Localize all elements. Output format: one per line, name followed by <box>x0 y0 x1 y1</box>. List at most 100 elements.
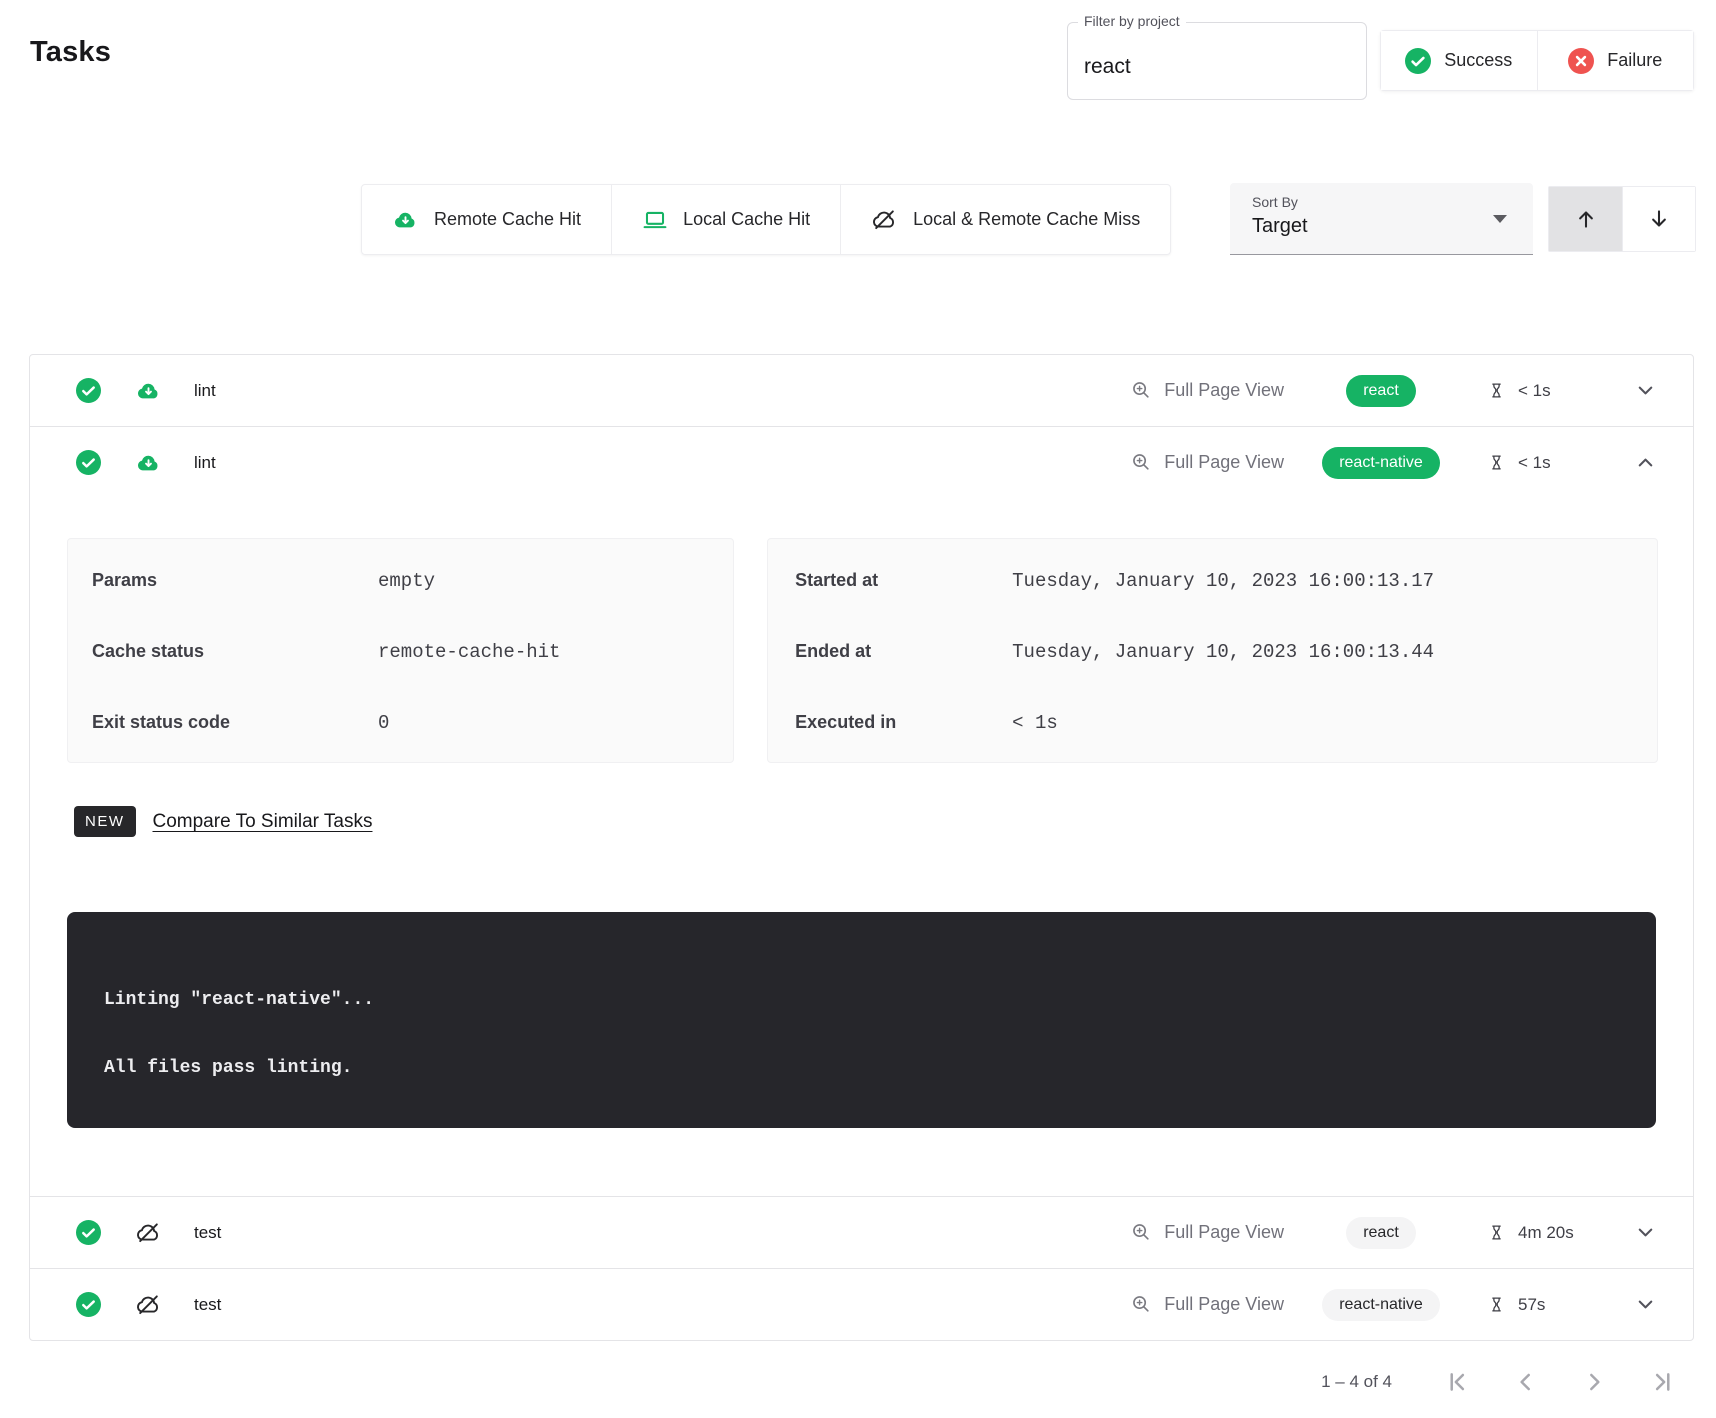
cache-miss-button[interactable]: Local & Remote Cache Miss <box>840 184 1171 255</box>
next-page-button[interactable] <box>1580 1369 1608 1395</box>
sort-direction-group <box>1548 186 1696 252</box>
task-list: lint Full Page View react < 1s <box>29 354 1694 1341</box>
zoom-in-icon <box>1130 1221 1153 1244</box>
sort-by-select[interactable]: Sort By Target <box>1230 183 1533 255</box>
page-title: Tasks <box>30 36 111 69</box>
hourglass-icon <box>1486 1222 1507 1243</box>
task-duration: < 1s <box>1518 453 1551 473</box>
sort-by-label: Sort By <box>1252 194 1511 210</box>
cache-status-value: remote-cache-hit <box>378 641 560 663</box>
compare-to-similar-tasks-link[interactable]: Compare To Similar Tasks <box>153 811 373 833</box>
full-page-view-label: Full Page View <box>1164 380 1284 401</box>
new-badge: NEW <box>74 806 136 837</box>
full-page-view-label: Full Page View <box>1164 1294 1284 1315</box>
caret-down-icon <box>1493 215 1507 223</box>
ended-at-value: Tuesday, January 10, 2023 16:00:13.44 <box>1012 641 1434 663</box>
params-label: Params <box>92 570 378 591</box>
chevron-down-icon <box>1634 1293 1657 1316</box>
task-detail-panel: Params empty Cache status remote-cache-h… <box>30 538 1693 1128</box>
task-row-header[interactable]: test Full Page View react-native 57s <box>30 1269 1693 1340</box>
cloud-download-icon <box>135 449 162 476</box>
zoom-in-icon <box>1130 451 1153 474</box>
project-badge: react-native <box>1322 447 1440 479</box>
collapse-chevron-button[interactable] <box>1630 451 1660 474</box>
status-filter-group: Success Failure <box>1380 30 1694 91</box>
check-circle-icon <box>76 378 101 403</box>
task-row-lint-react: lint Full Page View react < 1s <box>30 355 1693 426</box>
hourglass-icon <box>1486 1294 1507 1315</box>
check-circle-icon <box>76 1292 101 1317</box>
cache-status-label: Cache status <box>92 641 378 662</box>
laptop-icon <box>642 207 668 233</box>
full-page-view-link[interactable]: Full Page View <box>1130 1221 1284 1244</box>
arrow-up-icon <box>1573 206 1599 232</box>
task-row-header[interactable]: lint Full Page View react-native < 1s <box>30 427 1693 498</box>
terminal-output: Linting "react-native"... All files pass… <box>67 912 1656 1128</box>
chevron-up-icon <box>1634 451 1657 474</box>
cache-miss-label: Local & Remote Cache Miss <box>913 209 1140 230</box>
cloud-slash-icon <box>135 1291 162 1318</box>
zoom-in-icon <box>1130 1293 1153 1316</box>
failure-filter-label: Failure <box>1607 50 1662 71</box>
expand-chevron-button[interactable] <box>1630 379 1660 402</box>
local-cache-hit-button[interactable]: Local Cache Hit <box>611 184 841 255</box>
failure-filter-button[interactable]: Failure <box>1537 31 1694 90</box>
zoom-in-icon <box>1130 379 1153 402</box>
chevron-down-icon <box>1634 1221 1657 1244</box>
task-params-card: Params empty Cache status remote-cache-h… <box>67 538 734 763</box>
project-filter-input[interactable] <box>1068 23 1366 99</box>
cloud-download-icon <box>392 206 419 233</box>
expand-chevron-button[interactable] <box>1630 1293 1660 1316</box>
task-duration: 4m 20s <box>1518 1223 1574 1243</box>
last-page-icon <box>1649 1369 1675 1395</box>
full-page-view-link[interactable]: Full Page View <box>1130 451 1284 474</box>
task-target: test <box>194 1295 221 1315</box>
cache-filter-group: Remote Cache Hit Local Cache Hit Local &… <box>361 184 1171 255</box>
full-page-view-link[interactable]: Full Page View <box>1130 1293 1284 1316</box>
sort-descending-button[interactable] <box>1622 187 1695 251</box>
local-cache-hit-label: Local Cache Hit <box>683 209 810 230</box>
project-filter-label: Filter by project <box>1078 13 1186 29</box>
task-row-header[interactable]: test Full Page View react 4m 20s <box>30 1197 1693 1268</box>
task-row-lint-react-native: lint Full Page View react-native < 1s <box>30 426 1693 1128</box>
executed-in-value: < 1s <box>1012 712 1058 734</box>
task-row-test-react-native: test Full Page View react-native 57s <box>30 1268 1693 1340</box>
success-filter-button[interactable]: Success <box>1381 31 1537 90</box>
full-page-view-label: Full Page View <box>1164 452 1284 473</box>
executed-in-label: Executed in <box>795 712 1012 733</box>
params-value: empty <box>378 570 435 592</box>
check-circle-icon <box>76 1220 101 1245</box>
pagination: 1 – 4 of 4 <box>1321 1358 1676 1406</box>
cloud-download-icon <box>135 377 162 404</box>
full-page-view-label: Full Page View <box>1164 1222 1284 1243</box>
terminal-line: All files pass linting. <box>104 1058 1656 1078</box>
remote-cache-hit-label: Remote Cache Hit <box>434 209 581 230</box>
task-row-test-react: test Full Page View react 4m 20s <box>30 1196 1693 1268</box>
first-page-button[interactable] <box>1444 1369 1472 1395</box>
task-row-header[interactable]: lint Full Page View react < 1s <box>30 355 1693 426</box>
task-target: lint <box>194 381 216 401</box>
project-badge: react <box>1346 1217 1416 1249</box>
project-badge: react <box>1346 375 1416 407</box>
sort-ascending-button[interactable] <box>1549 187 1622 251</box>
started-at-label: Started at <box>795 570 1012 591</box>
task-timing-card: Started at Tuesday, January 10, 2023 16:… <box>767 538 1658 763</box>
sort-by-value: Target <box>1252 215 1511 238</box>
x-circle-icon <box>1568 48 1594 74</box>
success-filter-label: Success <box>1444 50 1512 71</box>
last-page-button[interactable] <box>1648 1369 1676 1395</box>
arrow-down-icon <box>1646 206 1672 232</box>
expand-chevron-button[interactable] <box>1630 1221 1660 1244</box>
project-badge: react-native <box>1322 1289 1440 1321</box>
previous-page-button[interactable] <box>1512 1369 1540 1395</box>
first-page-icon <box>1445 1369 1471 1395</box>
check-circle-icon <box>1405 48 1431 74</box>
exit-status-code-label: Exit status code <box>92 712 378 733</box>
chevron-left-icon <box>1513 1369 1539 1395</box>
task-duration: 57s <box>1518 1295 1545 1315</box>
task-target: test <box>194 1223 221 1243</box>
remote-cache-hit-button[interactable]: Remote Cache Hit <box>361 184 612 255</box>
full-page-view-link[interactable]: Full Page View <box>1130 379 1284 402</box>
check-circle-icon <box>76 450 101 475</box>
ended-at-label: Ended at <box>795 641 1012 662</box>
